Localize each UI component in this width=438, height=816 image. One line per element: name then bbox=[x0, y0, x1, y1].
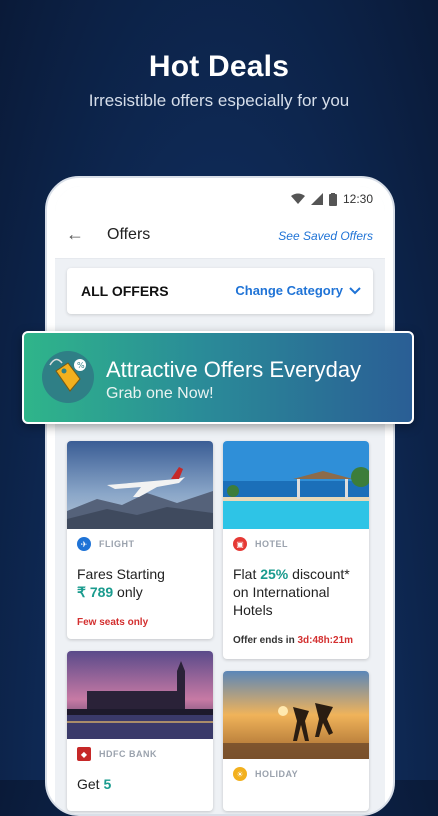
hotel-image bbox=[223, 441, 369, 529]
offer-card-holiday[interactable]: ☀ HOLIDAY bbox=[223, 671, 369, 811]
london-image bbox=[67, 651, 213, 739]
offer-card-hotel[interactable]: ▣ HOTEL Flat 25% discount* on Internatio… bbox=[223, 441, 369, 659]
offer-card-bank[interactable]: ◆ HDFC BANK Get 5 bbox=[67, 651, 213, 811]
offer-card-flight[interactable]: ✈ FLIGHT Fares Starting ₹ 789 only Few s… bbox=[67, 441, 213, 639]
card-note: Few seats only bbox=[77, 617, 149, 628]
holiday-image bbox=[223, 671, 369, 759]
title-prefix: Flat bbox=[233, 566, 261, 582]
card-note: Offer ends in 3d:48h:21m bbox=[233, 635, 353, 646]
battery-icon bbox=[328, 192, 337, 206]
card-title: Flat 25% discount* on International Hote… bbox=[233, 565, 361, 619]
signal-icon bbox=[310, 193, 323, 205]
card-category-label: HOTEL bbox=[255, 539, 288, 549]
filter-label: ALL OFFERS bbox=[81, 283, 169, 299]
flight-icon: ✈ bbox=[77, 537, 91, 551]
category-filter: ALL OFFERS Change Category bbox=[67, 268, 373, 314]
change-category-label: Change Category bbox=[235, 283, 343, 298]
price-tag-icon: % bbox=[49, 358, 86, 392]
holiday-icon: ☀ bbox=[233, 767, 247, 781]
title-highlight: 5 bbox=[103, 776, 112, 792]
wifi-icon bbox=[290, 193, 305, 204]
card-category: ☀ HOLIDAY bbox=[233, 767, 298, 781]
card-category: ▣ HOTEL bbox=[233, 537, 288, 551]
offer-timer: 3d:48h:21m bbox=[297, 635, 354, 646]
card-category-label: HOLIDAY bbox=[255, 769, 299, 779]
chevron-down-icon bbox=[349, 286, 361, 294]
title-highlight: 25% bbox=[260, 566, 289, 582]
price-amount: 789 bbox=[89, 584, 114, 600]
price-currency: ₹ bbox=[77, 584, 86, 600]
card-category: ✈ FLIGHT bbox=[77, 537, 135, 551]
status-time: 12:30 bbox=[342, 192, 373, 206]
back-arrow-icon[interactable]: ← bbox=[65, 224, 85, 245]
hero-subtitle: Irresistible offers especially for you bbox=[88, 91, 350, 110]
status-bar: 12:30 bbox=[55, 186, 385, 214]
phone-frame: 12:30 ← Offers See Saved Offers ALL OFFE… bbox=[45, 176, 395, 816]
card-category-label: HDFC BANK bbox=[99, 749, 157, 759]
page-title: Offers bbox=[107, 226, 151, 243]
see-saved-offers-link[interactable]: See Saved Offers bbox=[278, 229, 373, 243]
svg-text:%: % bbox=[77, 361, 85, 370]
banner-subtitle: Grab one Now! bbox=[106, 385, 214, 402]
promo-banner[interactable]: % Attractive Offers Everyday Grab one No… bbox=[22, 331, 414, 424]
note-prefix: Offer ends in bbox=[233, 635, 298, 646]
banner-title: Attractive Offers Everyday bbox=[106, 357, 362, 382]
card-title: Get 5 bbox=[77, 775, 205, 793]
flight-image bbox=[67, 441, 213, 529]
phone-screen: 12:30 ← Offers See Saved Offers ALL OFFE… bbox=[55, 186, 385, 814]
hotel-icon: ▣ bbox=[233, 537, 247, 551]
title-prefix: Get bbox=[77, 776, 104, 792]
card-category: ◆ HDFC BANK bbox=[77, 747, 157, 761]
app-bar: ← Offers See Saved Offers bbox=[55, 214, 385, 259]
price-suffix: only bbox=[113, 584, 143, 600]
card-title: Fares Starting ₹ 789 only bbox=[77, 565, 205, 601]
change-category-button[interactable]: Change Category bbox=[235, 283, 361, 298]
banner-icon-circle: % bbox=[42, 351, 94, 403]
hero-title: Hot Deals bbox=[148, 50, 290, 83]
card-title-line: Fares Starting bbox=[77, 566, 165, 582]
card-category-label: FLIGHT bbox=[99, 539, 135, 549]
bank-icon: ◆ bbox=[77, 747, 91, 761]
